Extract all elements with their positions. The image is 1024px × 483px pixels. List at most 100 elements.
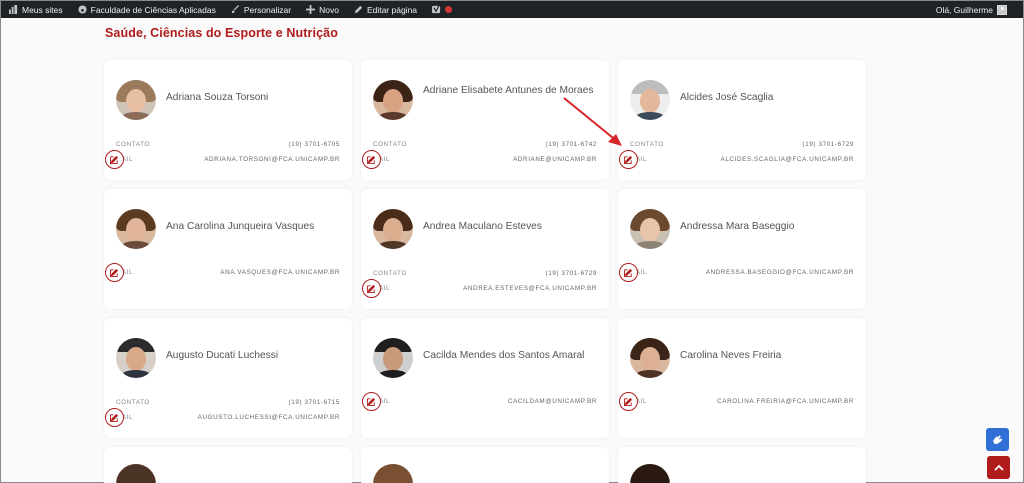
edit-icon <box>367 284 376 293</box>
staff-name: Adriane Elisabete Antunes de Moraes <box>423 85 594 96</box>
my-sites-label: Meus sites <box>22 4 63 15</box>
edit-button[interactable] <box>105 408 124 427</box>
edit-page-label: Editar página <box>366 4 418 15</box>
edit-button[interactable] <box>362 150 381 169</box>
edit-button[interactable] <box>105 263 124 282</box>
avatar <box>116 80 156 120</box>
staff-card: Andressa Mara Baseggio MAIL ANDRESSA.BAS… <box>618 189 866 309</box>
staff-name: Carolina Neves Freiria <box>680 350 782 361</box>
accessibility-button[interactable] <box>986 428 1009 451</box>
contact-label: CONTATO <box>373 270 407 277</box>
contact-label: CONTATO <box>373 141 407 148</box>
contact-label: CONTATO <box>630 141 664 148</box>
phone-value: (19) 3701-6715 <box>288 399 340 406</box>
staff-card: Adriane Elisabete Antunes de Moraes CONT… <box>361 60 609 180</box>
staff-name: Andressa Mara Baseggio <box>680 221 795 232</box>
avatar <box>373 209 413 249</box>
chevron-up-icon <box>993 464 1004 471</box>
contact-row: CONTATO (19) 3701-6729 <box>373 270 597 277</box>
site-name-label: Faculdade de Ciências Aplicadas <box>90 4 216 15</box>
email-link[interactable]: AUGUSTO.LUCHESSI@FCA.UNICAMP.BR <box>198 414 340 421</box>
mail-row: MAIL CAROLINA.FREIRIA@FCA.UNICAMP.BR <box>630 398 854 405</box>
my-sites-icon <box>9 5 18 14</box>
avatar <box>373 80 413 120</box>
email-link[interactable]: ADRIANA.TORSONI@FCA.UNICAMP.BR <box>204 156 340 163</box>
new-menu[interactable]: Novo <box>298 1 346 18</box>
yoast-menu[interactable] <box>424 1 459 18</box>
hand-sign-icon <box>993 435 1002 444</box>
edit-icon <box>367 397 376 406</box>
page-content: Saúde, Ciências do Esporte e Nutrição Ad… <box>1 18 1023 483</box>
staff-name: Andrea Maculano Esteves <box>423 221 542 232</box>
avatar <box>116 209 156 249</box>
my-account-menu[interactable]: Olá, Guilherme <box>935 4 1023 15</box>
my-sites-menu[interactable]: Meus sites <box>1 1 70 18</box>
back-to-top-button[interactable] <box>987 456 1010 479</box>
edit-icon <box>110 413 119 422</box>
new-label: Novo <box>319 4 339 15</box>
contact-label: CONTATO <box>116 141 150 148</box>
contact-row: CONTATO (19) 3701-6715 <box>116 399 340 406</box>
phone-value: (19) 3701-6729 <box>802 141 854 148</box>
contact-row: CONTATO (19) 3701-6742 <box>373 141 597 148</box>
yoast-icon <box>432 4 441 14</box>
avatar <box>116 464 156 483</box>
email-link[interactable]: ANA.VASQUES@FCA.UNICAMP.BR <box>220 269 340 276</box>
staff-name: Adriana Souza Torsoni <box>166 92 269 103</box>
avatar <box>630 464 670 483</box>
dashboard-icon <box>78 5 87 14</box>
email-link[interactable]: ALCIDES.SCAGLIA@FCA.UNICAMP.BR <box>721 156 854 163</box>
email-link[interactable]: ANDRESSA.BASEGGIO@FCA.UNICAMP.BR <box>706 269 854 276</box>
avatar <box>997 4 1007 15</box>
email-link[interactable]: ADRIANE@UNICAMP.BR <box>513 156 597 163</box>
mail-row: MAIL CACILDAM@UNICAMP.BR <box>373 398 597 405</box>
edit-icon <box>110 155 119 164</box>
avatar <box>373 338 413 378</box>
staff-name: Augusto Ducati Luchessi <box>166 350 279 361</box>
contact-row: CONTATO (19) 3701-6705 <box>116 141 340 148</box>
plus-icon <box>306 5 316 14</box>
staff-card: Cacilda Mendes dos Santos Amaral MAIL CA… <box>361 318 609 438</box>
staff-card <box>618 447 866 483</box>
edit-page-menu[interactable]: Editar página <box>346 1 424 18</box>
site-name-menu[interactable]: Faculdade de Ciências Aplicadas <box>70 1 223 18</box>
edit-button[interactable] <box>619 392 638 411</box>
mail-row: MAIL ANA.VASQUES@FCA.UNICAMP.BR <box>116 269 340 276</box>
staff-card: Alcides José Scaglia CONTATO (19) 3701-6… <box>618 60 866 180</box>
staff-name: Alcides José Scaglia <box>680 92 774 103</box>
seo-status-dot <box>445 6 453 13</box>
contact-row: CONTATO (19) 3701-6729 <box>630 141 854 148</box>
edit-button[interactable] <box>619 150 638 169</box>
edit-icon <box>110 268 119 277</box>
pencil-icon <box>354 5 363 14</box>
mail-row: MAIL ADRIANA.TORSONI@FCA.UNICAMP.BR <box>116 156 340 163</box>
staff-name: Ana Carolina Junqueira Vasques <box>166 221 315 232</box>
edit-button[interactable] <box>362 392 381 411</box>
phone-value: (19) 3701-6742 <box>545 141 597 148</box>
avatar <box>630 338 670 378</box>
edit-icon <box>624 155 633 164</box>
edit-button[interactable] <box>619 263 638 282</box>
edit-icon <box>367 155 376 164</box>
staff-card: Adriana Souza Torsoni CONTATO (19) 3701-… <box>104 60 352 180</box>
staff-card: Ana Carolina Junqueira Vasques MAIL ANA.… <box>104 189 352 309</box>
avatar <box>630 209 670 249</box>
admin-bar: Meus sites Faculdade de Ciências Aplicad… <box>1 1 1023 18</box>
staff-card: Carolina Neves Freiria MAIL CAROLINA.FRE… <box>618 318 866 438</box>
avatar <box>373 464 413 483</box>
email-link[interactable]: ANDREA.ESTEVES@FCA.UNICAMP.BR <box>463 285 597 292</box>
email-link[interactable]: CAROLINA.FREIRIA@FCA.UNICAMP.BR <box>717 398 854 405</box>
staff-name: Cacilda Mendes dos Santos Amaral <box>423 350 585 361</box>
customize-menu[interactable]: Personalizar <box>223 1 298 18</box>
email-link[interactable]: CACILDAM@UNICAMP.BR <box>508 398 597 405</box>
avatar <box>630 80 670 120</box>
staff-card <box>361 447 609 483</box>
section-title: Saúde, Ciências do Esporte e Nutrição <box>105 26 338 40</box>
edit-icon <box>624 268 633 277</box>
edit-button[interactable] <box>362 279 381 298</box>
edit-button[interactable] <box>105 150 124 169</box>
mail-row: MAIL ADRIANE@UNICAMP.BR <box>373 156 597 163</box>
greeting-label: Olá, Guilherme <box>935 4 993 15</box>
mail-row: MAIL AUGUSTO.LUCHESSI@FCA.UNICAMP.BR <box>116 414 340 421</box>
avatar <box>116 338 156 378</box>
